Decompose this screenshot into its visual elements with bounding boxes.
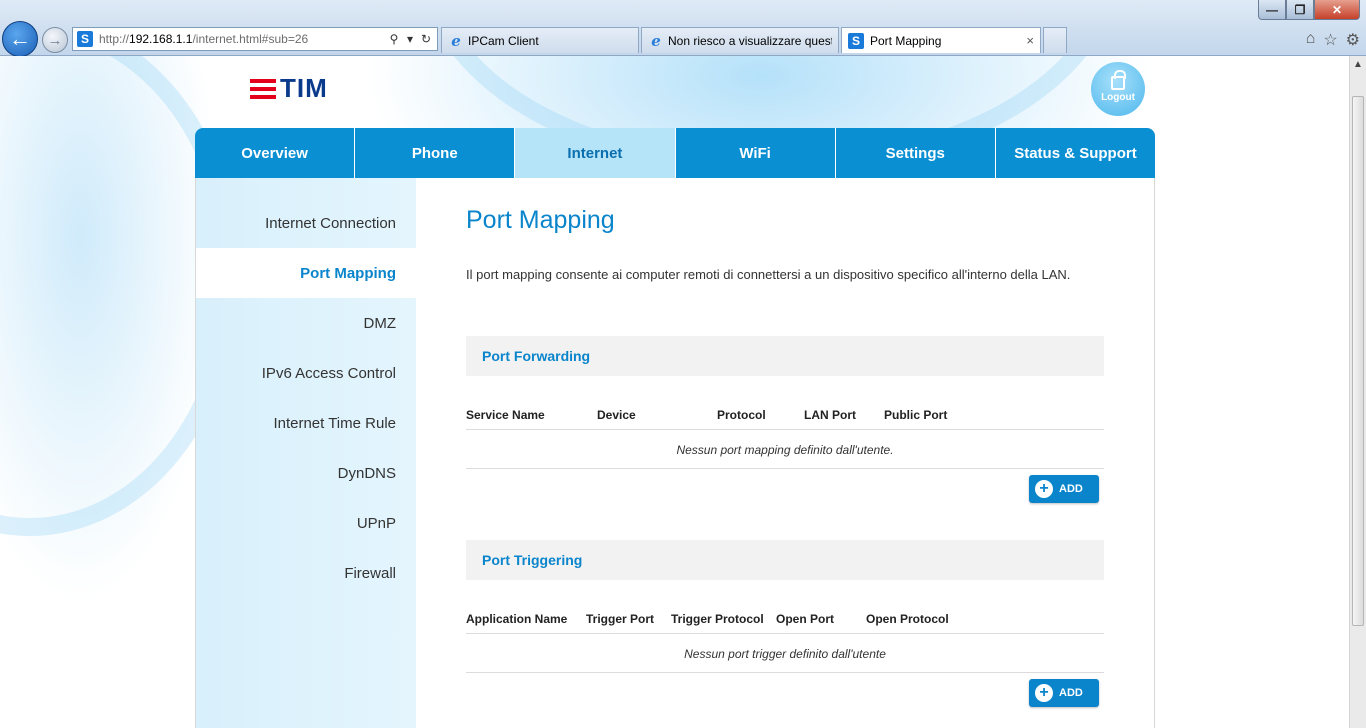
browser-tab-forum[interactable]: e Non riesco a visualizzare quest... [641, 27, 839, 53]
arrow-right-icon: → [47, 31, 63, 49]
favorites-star-icon[interactable]: ☆ [1323, 30, 1337, 50]
tim-logo-mark [250, 78, 276, 99]
forward-button[interactable]: → [42, 27, 68, 53]
nav-tab-wifi[interactable]: WiFi [675, 128, 836, 178]
column-header: LAN Port [804, 408, 856, 422]
logout-button[interactable]: Logout [1091, 62, 1145, 116]
page-description: Il port mapping consente ai computer rem… [466, 267, 1071, 282]
port-triggering-header: Port Triggering [466, 540, 1104, 580]
browser-tab-label: Port Mapping [870, 33, 942, 48]
vertical-scrollbar[interactable]: ▲ [1349, 56, 1366, 728]
add-port-forwarding-button[interactable]: + ADD [1029, 475, 1099, 503]
nav-tab-internet[interactable]: Internet [515, 128, 676, 178]
port-forwarding-empty-message: Nessun port mapping definito dall'utente… [466, 431, 1104, 469]
browser-chrome: ← → S http://192.168.1.1/internet.html#s… [0, 0, 1366, 57]
column-header: Application Name [466, 612, 568, 626]
side-item-dyndns[interactable]: DynDNS [196, 448, 416, 498]
port-forwarding-header: Port Forwarding [466, 336, 1104, 376]
refresh-icon[interactable]: ↻ [419, 32, 433, 46]
column-header: Trigger Protocol [671, 612, 764, 626]
url-prefix: http:// [99, 32, 130, 46]
address-url[interactable]: http://192.168.1.1/internet.html#sub=26 [99, 32, 385, 46]
side-item-firewall[interactable]: Firewall [196, 548, 416, 598]
tim-logo[interactable]: TIM [250, 73, 328, 104]
add-label: ADD [1059, 687, 1083, 699]
gear-icon[interactable]: ⚙ [1346, 30, 1360, 50]
column-header: Service Name [466, 408, 545, 422]
column-header: Device [597, 408, 636, 422]
home-icon[interactable]: ⌂ [1306, 30, 1316, 50]
arrow-left-icon: ← [9, 26, 31, 51]
new-tab-button[interactable] [1043, 27, 1067, 53]
browser-tab-ipcam[interactable]: e IPCam Client [441, 27, 639, 53]
side-item-port-mapping[interactable]: Port Mapping [196, 248, 416, 298]
column-header: Open Port [776, 612, 835, 626]
port-forwarding-table-head: Service Name Device Protocol LAN Port Pu… [466, 396, 1104, 430]
port-triggering-table-head: Application Name Trigger Port Trigger Pr… [466, 600, 1104, 634]
dropdown-arrow-icon[interactable]: ▾ [403, 32, 417, 46]
close-icon[interactable]: × [1026, 33, 1034, 48]
plus-icon: + [1035, 684, 1053, 702]
column-header: Protocol [717, 408, 766, 422]
content-panel: Internet Connection Port Mapping DMZ IPv… [195, 178, 1155, 728]
lock-icon [1111, 69, 1126, 90]
tim-logo-text: TIM [280, 73, 328, 103]
url-host: 192.168.1.1 [129, 32, 193, 46]
side-item-ipv6-access-control[interactable]: IPv6 Access Control [196, 348, 416, 398]
browser-tab-label: Non riesco a visualizzare quest... [668, 33, 832, 48]
add-port-triggering-button[interactable]: + ADD [1029, 679, 1099, 707]
plus-icon: + [1035, 480, 1053, 498]
side-item-internet-connection[interactable]: Internet Connection [196, 198, 416, 248]
close-window-button[interactable]: ✕ [1314, 0, 1360, 20]
add-label: ADD [1059, 483, 1083, 495]
page-viewport: TIM Logout Overview Phone Internet WiFi … [0, 56, 1349, 728]
url-path: /internet.html#sub=26 [192, 32, 309, 46]
column-header: Public Port [884, 408, 948, 422]
side-menu: Internet Connection Port Mapping DMZ IPv… [196, 178, 416, 728]
site-favicon-icon: S [77, 31, 93, 47]
main-nav: Overview Phone Internet WiFi Settings St… [195, 128, 1155, 178]
site-favicon-icon: S [848, 32, 864, 49]
search-icon[interactable]: ⚲ [387, 32, 401, 46]
scroll-thumb[interactable] [1352, 96, 1364, 626]
nav-tab-status-support[interactable]: Status & Support [995, 128, 1155, 178]
window-controls: — ❐ ✕ [1258, 0, 1360, 20]
column-header: Open Protocol [866, 612, 949, 626]
column-header: Trigger Port [586, 612, 655, 626]
side-item-dmz[interactable]: DMZ [196, 298, 416, 348]
browser-tab-label: IPCam Client [468, 33, 539, 48]
side-item-internet-time-rule[interactable]: Internet Time Rule [196, 398, 416, 448]
ie-icon: e [651, 31, 661, 50]
logout-label: Logout [1101, 91, 1135, 103]
browser-toolbar: ⌂ ☆ ⚙ [1306, 30, 1360, 50]
nav-tab-overview[interactable]: Overview [195, 128, 356, 178]
maximize-button[interactable]: ❐ [1286, 0, 1314, 20]
minimize-button[interactable]: — [1258, 0, 1286, 20]
side-item-upnp[interactable]: UPnP [196, 498, 416, 548]
page-title: Port Mapping [466, 206, 615, 234]
nav-tab-settings[interactable]: Settings [835, 128, 996, 178]
nav-tab-phone[interactable]: Phone [355, 128, 516, 178]
address-bar[interactable]: S http://192.168.1.1/internet.html#sub=2… [72, 27, 438, 51]
scroll-up-arrow-icon[interactable]: ▲ [1350, 56, 1366, 73]
browser-tab-port-mapping[interactable]: S Port Mapping × [841, 27, 1041, 53]
ie-icon: e [451, 31, 461, 50]
back-button[interactable]: ← [2, 21, 38, 57]
port-triggering-empty-message: Nessun port trigger definito dall'utente [466, 635, 1104, 673]
